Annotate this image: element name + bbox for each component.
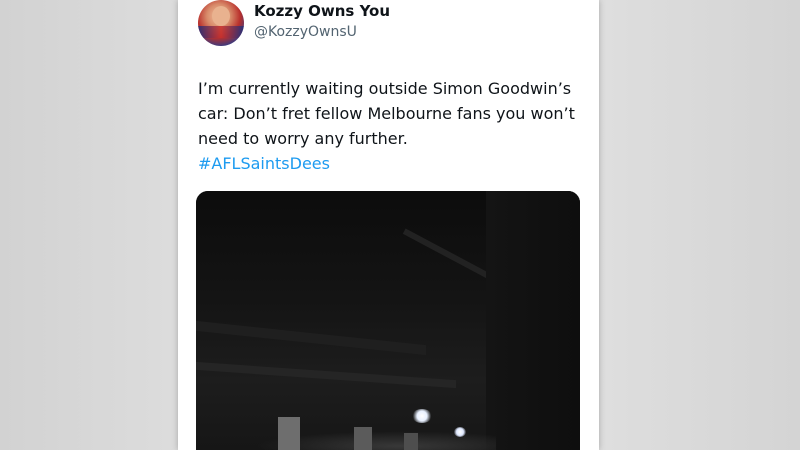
tweet-text: I’m currently waiting outside Simon Good… — [198, 76, 588, 176]
author-handle[interactable]: @KozzyOwnsU — [254, 24, 357, 40]
car-park-pillar — [354, 427, 372, 450]
hashtag-link[interactable]: #AFLSaintsDees — [198, 151, 588, 176]
tweet-text-line: I’m currently waiting outside Simon Good… — [198, 79, 572, 98]
ceiling-light — [454, 427, 466, 437]
car-park-pillar — [278, 417, 300, 450]
ceiling-light — [412, 409, 432, 423]
author-display-name[interactable]: Kozzy Owns You — [254, 2, 390, 20]
tweet-text-line: car: Don’t fret fellow Melbourne fans yo… — [198, 104, 575, 123]
avatar-face — [212, 6, 230, 26]
tweet-media-image[interactable] — [196, 191, 580, 450]
avatar-jersey — [198, 26, 244, 38]
tweet-text-line: need to worry any further. — [198, 129, 408, 148]
car-park-pillar — [404, 433, 418, 450]
car-park-wall — [486, 191, 580, 450]
avatar[interactable] — [198, 0, 244, 46]
